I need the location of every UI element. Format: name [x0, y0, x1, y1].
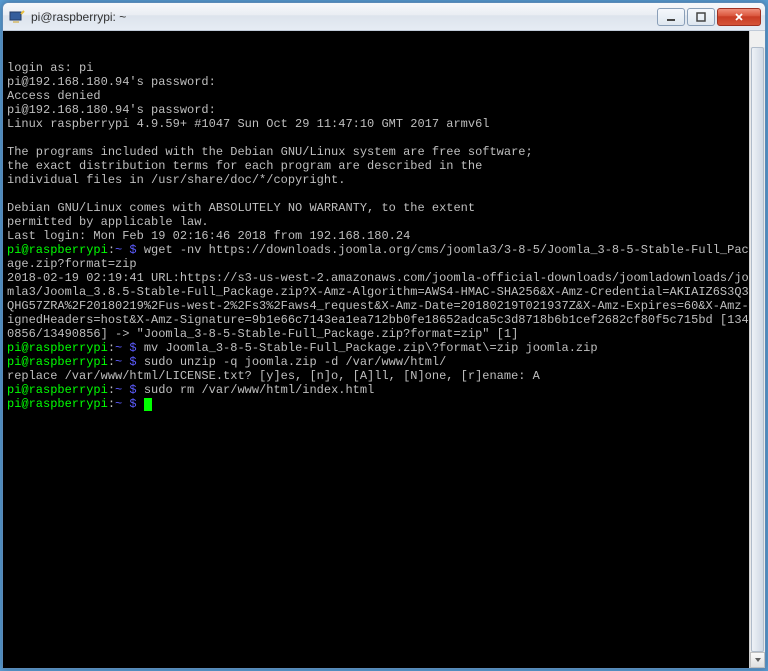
prompt-path: ~ $ — [115, 397, 137, 411]
term-cmd — [137, 397, 144, 411]
term-line: Debian GNU/Linux comes with ABSOLUTELY N… — [7, 201, 475, 215]
term-line: pi@192.168.180.94's password: — [7, 103, 216, 117]
term-line: pi@192.168.180.94's password: — [7, 75, 216, 89]
term-line: replace /var/www/html/LICENSE.txt? [y]es… — [7, 369, 540, 383]
prompt-colon: : — [108, 383, 115, 397]
term-line: 2018-02-19 02:19:41 URL:https://s3-us-we… — [7, 271, 756, 341]
window-titlebar[interactable]: pi@raspberrypi: ~ — [3, 3, 765, 31]
prompt-user: pi@raspberrypi — [7, 397, 108, 411]
prompt-user: pi@raspberrypi — [7, 383, 108, 397]
terminal-area[interactable]: login as: pi pi@192.168.180.94's passwor… — [3, 31, 765, 668]
prompt-colon: : — [108, 397, 115, 411]
term-line: login as: pi — [7, 61, 93, 75]
prompt-path: ~ $ — [115, 383, 137, 397]
prompt-colon: : — [108, 355, 115, 369]
scroll-down-button[interactable] — [750, 652, 765, 668]
prompt-colon: : — [108, 341, 115, 355]
terminal-scrollbar[interactable] — [749, 31, 765, 668]
term-line: permitted by applicable law. — [7, 215, 209, 229]
putty-window: pi@raspberrypi: ~ login as: pi pi@192.16… — [2, 2, 766, 669]
prompt-user: pi@raspberrypi — [7, 243, 108, 257]
prompt-path: ~ $ — [115, 243, 137, 257]
scroll-track[interactable] — [750, 47, 765, 652]
prompt-user: pi@raspberrypi — [7, 355, 108, 369]
window-title: pi@raspberrypi: ~ — [31, 10, 655, 24]
term-cmd: sudo rm /var/www/html/index.html — [137, 383, 375, 397]
window-buttons — [655, 8, 761, 26]
term-line: individual files in /usr/share/doc/*/cop… — [7, 173, 345, 187]
minimize-button[interactable] — [657, 8, 685, 26]
term-line: Last login: Mon Feb 19 02:16:46 2018 fro… — [7, 229, 410, 243]
prompt-path: ~ $ — [115, 341, 137, 355]
putty-icon — [9, 9, 25, 25]
term-line: Access denied — [7, 89, 101, 103]
term-line: The programs included with the Debian GN… — [7, 145, 533, 159]
terminal-cursor — [144, 398, 152, 411]
close-button[interactable] — [717, 8, 761, 26]
prompt-path: ~ $ — [115, 355, 137, 369]
term-cmd: mv Joomla_3-8-5-Stable-Full_Package.zip\… — [137, 341, 598, 355]
term-line: the exact distribution terms for each pr… — [7, 159, 482, 173]
maximize-button[interactable] — [687, 8, 715, 26]
term-cmd: sudo unzip -q joomla.zip -d /var/www/htm… — [137, 355, 447, 369]
prompt-user: pi@raspberrypi — [7, 341, 108, 355]
scroll-thumb[interactable] — [751, 47, 764, 652]
terminal-content: login as: pi pi@192.168.180.94's passwor… — [7, 61, 761, 411]
prompt-colon: : — [108, 243, 115, 257]
term-line: Linux raspberrypi 4.9.59+ #1047 Sun Oct … — [7, 117, 489, 131]
